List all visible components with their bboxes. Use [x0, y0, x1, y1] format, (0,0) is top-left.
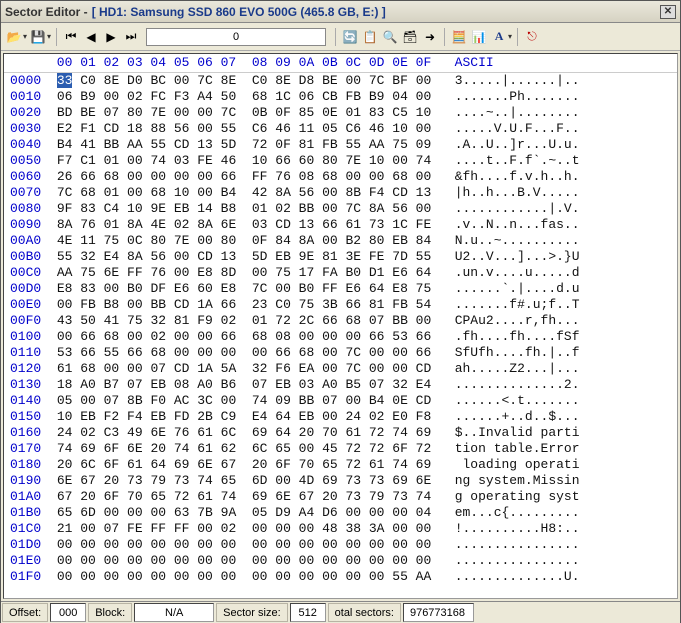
nav-prev-icon[interactable]: ◀ — [82, 28, 100, 46]
hex-row[interactable]: 0170 74 69 6F 6E 20 74 61 62 6C 65 00 45… — [4, 441, 677, 457]
template-icon[interactable]: 📊 — [470, 28, 488, 46]
block-label: Block: — [88, 603, 132, 622]
total-sectors-value: 976773168 — [403, 603, 474, 622]
hex-row[interactable]: 00D0 E8 83 00 B0 DF E6 60 E8 7C 00 B0 FF… — [4, 281, 677, 297]
offset-value: 000 — [50, 603, 86, 622]
sector-size-value: 512 — [290, 603, 326, 622]
save-dropdown-icon[interactable]: ▾ — [47, 32, 51, 41]
hex-row[interactable]: 0110 53 66 55 66 68 00 00 00 00 66 68 00… — [4, 345, 677, 361]
titlebar: Sector Editor - [ HD1: Samsung SSD 860 E… — [1, 1, 680, 23]
toolbar: 📂▾ 💾▾ ⏮ ◀ ▶ ⏭ 🔄 📋 🔍 🗃 ➜ 🧮 📊 A▾ ⎋ — [1, 23, 680, 51]
hex-row[interactable]: 01A0 67 20 6F 70 65 72 61 74 69 6E 67 20… — [4, 489, 677, 505]
hex-row[interactable]: 0180 20 6C 6F 61 64 69 6E 67 20 6F 70 65… — [4, 457, 677, 473]
hex-row[interactable]: 0130 18 A0 B7 07 EB 08 A0 B6 07 EB 03 A0… — [4, 377, 677, 393]
font-icon[interactable]: A — [490, 28, 508, 46]
hex-row[interactable]: 0050 F7 C1 01 00 74 03 FE 46 10 66 60 80… — [4, 153, 677, 169]
exit-icon[interactable]: ⎋ — [523, 28, 541, 46]
hex-row[interactable]: 0000 33 C0 8E D0 BC 00 7C 8E C0 8E D8 BE… — [4, 73, 677, 89]
goto-icon[interactable]: ➜ — [421, 28, 439, 46]
hex-row[interactable]: 0090 8A 76 01 8A 4E 02 8A 6E 03 CD 13 66… — [4, 217, 677, 233]
hex-row[interactable]: 0040 B4 41 BB AA 55 CD 13 5D 72 0F 81 FB… — [4, 137, 677, 153]
save-icon[interactable]: 💾 — [29, 28, 47, 46]
hex-header: 00 01 02 03 04 05 06 07 08 09 0A 0B 0C 0… — [4, 54, 677, 73]
open-icon[interactable]: 📂 — [5, 28, 23, 46]
close-button[interactable]: ✕ — [660, 5, 676, 19]
hex-row[interactable]: 01F0 00 00 00 00 00 00 00 00 00 00 00 00… — [4, 569, 677, 585]
refresh-icon[interactable]: 🔄 — [341, 28, 359, 46]
nav-last-icon[interactable]: ⏭ — [122, 28, 140, 46]
statusbar: Offset: 000 Block: N/A Sector size: 512 … — [1, 601, 680, 623]
hex-row[interactable]: 01D0 00 00 00 00 00 00 00 00 00 00 00 00… — [4, 537, 677, 553]
hex-row[interactable]: 0010 06 B9 00 02 FC F3 A4 50 68 1C 06 CB… — [4, 89, 677, 105]
block-value: N/A — [134, 603, 214, 622]
replace-icon[interactable]: 🗃 — [401, 28, 419, 46]
hex-row[interactable]: 01C0 21 00 07 FE FF FF 00 02 00 00 00 48… — [4, 521, 677, 537]
total-sectors-label: otal sectors: — [328, 603, 401, 622]
hex-row[interactable]: 00E0 00 FB B8 00 BB CD 1A 66 23 C0 75 3B… — [4, 297, 677, 313]
calc-icon[interactable]: 🧮 — [450, 28, 468, 46]
hex-row[interactable]: 00F0 43 50 41 75 32 81 F9 02 01 72 2C 66… — [4, 313, 677, 329]
nav-next-icon[interactable]: ▶ — [102, 28, 120, 46]
hex-row[interactable]: 00C0 AA 75 6E FF 76 00 E8 8D 00 75 17 FA… — [4, 265, 677, 281]
hex-row[interactable]: 0070 7C 68 01 00 68 10 00 B4 42 8A 56 00… — [4, 185, 677, 201]
hex-row[interactable]: 0020 BD BE 07 80 7E 00 00 7C 0B 0F 85 0E… — [4, 105, 677, 121]
copy-icon[interactable]: 📋 — [361, 28, 379, 46]
hex-row[interactable]: 0060 26 66 68 00 00 00 00 66 FF 76 08 68… — [4, 169, 677, 185]
hex-row[interactable]: 0080 9F 83 C4 10 9E EB 14 B8 01 02 BB 00… — [4, 201, 677, 217]
hex-view[interactable]: 00 01 02 03 04 05 06 07 08 09 0A 0B 0C 0… — [3, 53, 678, 599]
hex-row[interactable]: 00B0 55 32 E4 8A 56 00 CD 13 5D EB 9E 81… — [4, 249, 677, 265]
offset-label: Offset: — [2, 603, 48, 622]
hex-row[interactable]: 0150 10 EB F2 F4 EB FD 2B C9 E4 64 EB 00… — [4, 409, 677, 425]
title-disk-info: [ HD1: Samsung SSD 860 EVO 500G (465.8 G… — [92, 5, 386, 19]
hex-row[interactable]: 0100 00 66 68 00 02 00 00 66 68 08 00 00… — [4, 329, 677, 345]
font-dropdown-icon[interactable]: ▾ — [508, 32, 512, 41]
hex-row[interactable]: 0190 6E 67 20 73 79 73 74 65 6D 00 4D 69… — [4, 473, 677, 489]
hex-row[interactable]: 0140 05 00 07 8B F0 AC 3C 00 74 09 BB 07… — [4, 393, 677, 409]
open-dropdown-icon[interactable]: ▾ — [23, 32, 27, 41]
hex-row[interactable]: 01E0 00 00 00 00 00 00 00 00 00 00 00 00… — [4, 553, 677, 569]
sector-size-label: Sector size: — [216, 603, 287, 622]
find-icon[interactable]: 🔍 — [381, 28, 399, 46]
hex-row[interactable]: 00A0 4E 11 75 0C 80 7E 00 80 0F 84 8A 00… — [4, 233, 677, 249]
nav-first-icon[interactable]: ⏮ — [62, 28, 80, 46]
hex-row[interactable]: 01B0 65 6D 00 00 00 63 7B 9A 05 D9 A4 D6… — [4, 505, 677, 521]
hex-row[interactable]: 0160 24 02 C3 49 6E 76 61 6C 69 64 20 70… — [4, 425, 677, 441]
hex-row[interactable]: 0120 61 68 00 00 07 CD 1A 5A 32 F6 EA 00… — [4, 361, 677, 377]
hex-row[interactable]: 0030 E2 F1 CD 18 88 56 00 55 C6 46 11 05… — [4, 121, 677, 137]
title-label: Sector Editor - — [5, 5, 88, 19]
sector-input[interactable] — [146, 28, 326, 46]
